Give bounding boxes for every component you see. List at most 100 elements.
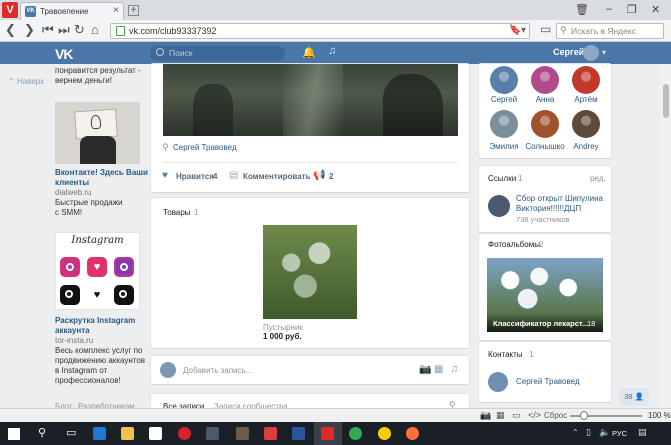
tray-chevron-icon[interactable]: ⌃ [572, 428, 579, 437]
composer-placeholder[interactable]: Добавить запись... [183, 366, 252, 375]
contact-avatar[interactable] [488, 372, 508, 392]
video-icon[interactable]: ▦ [434, 364, 443, 375]
instagram-icon [60, 257, 80, 277]
goods-item-name[interactable]: Пустырник [263, 323, 303, 332]
vk-logo-icon[interactable]: VK [55, 46, 73, 62]
user-name[interactable]: Сергей [553, 47, 584, 57]
word-icon[interactable] [292, 427, 305, 440]
store-icon[interactable] [149, 427, 162, 440]
search-icon[interactable]: ⚲ [38, 426, 46, 439]
home-icon[interactable]: ⌂ [91, 23, 99, 37]
member-avatar-1[interactable] [531, 66, 559, 94]
link-item-avatar[interactable] [488, 195, 510, 217]
post-author-link[interactable]: Сергей Травовед [173, 143, 237, 152]
file-explorer-icon[interactable] [121, 427, 134, 440]
page-scrollbar-thumb[interactable] [663, 84, 669, 118]
minimize-icon[interactable]: – [606, 3, 612, 15]
zoom-slider-handle[interactable] [580, 411, 588, 420]
member-name-2[interactable]: Артём [561, 95, 611, 104]
back-icon[interactable]: ❮ [5, 23, 16, 37]
language-indicator[interactable]: РУС [612, 429, 627, 438]
bookmark-icon[interactable]: 🔖 [509, 25, 521, 36]
post-card: ⚲ Сергей Травовед ♥ Нравится 4 ▤ Коммент… [151, 64, 469, 192]
url-field[interactable]: vk.com/club93337392 🔖 ▾ [110, 23, 530, 39]
member-avatar-0[interactable] [490, 66, 518, 94]
contact-name-link[interactable]: Сергей Травовед [516, 377, 580, 386]
goods-count: 1 [194, 208, 199, 217]
user-avatar[interactable] [583, 45, 599, 61]
browser-tab[interactable]: VK Травоеление × [20, 2, 124, 20]
links-edit-link[interactable]: ред. [590, 174, 606, 183]
code-icon[interactable]: </> [528, 410, 541, 420]
camera-icon[interactable]: 📷 [480, 410, 491, 421]
like-button[interactable]: Нравится [176, 172, 214, 181]
vk-search-input[interactable]: Поиск [150, 46, 285, 61]
goods-title[interactable]: Товары [163, 208, 191, 217]
chrome-icon[interactable] [349, 427, 362, 440]
ad1-title-2[interactable]: клиенты [55, 178, 89, 188]
comment-button[interactable]: Комментировать [243, 172, 311, 181]
add-bookmark-icon[interactable]: ▭ [540, 22, 551, 36]
notifications-bell-icon[interactable]: 🔔 [302, 46, 316, 59]
volume-icon[interactable]: 🔈 [599, 427, 610, 438]
trash-icon[interactable]: 🗑 [575, 3, 589, 16]
ad2-title-2[interactable]: аккаунта [55, 326, 90, 336]
window-icon[interactable]: ▭ [512, 410, 521, 421]
opera-icon[interactable] [178, 427, 191, 440]
goods-item-photo[interactable] [263, 225, 357, 319]
restore-icon[interactable]: ❐ [627, 3, 637, 16]
search-icon [156, 48, 164, 56]
browser-search-field[interactable]: ⚲ Искать в Яндекс [556, 23, 664, 39]
ad1-image[interactable] [55, 102, 140, 164]
app-icon[interactable] [264, 427, 277, 440]
browser-status-bar: 📷 ▦ ▭ </> Сброс 100 % [0, 408, 671, 422]
member-avatar-3[interactable] [490, 110, 518, 138]
edge-icon[interactable] [93, 427, 106, 440]
member-avatar-5[interactable] [572, 110, 600, 138]
app-icon[interactable] [236, 427, 249, 440]
reload-icon[interactable]: ↻ [74, 23, 85, 37]
windows-start-icon[interactable] [8, 428, 20, 440]
member-avatar-4[interactable] [531, 110, 559, 138]
chat-badge[interactable]: 38 👤 [619, 388, 649, 406]
new-tab-button[interactable]: + [128, 5, 139, 16]
contacts-title[interactable]: Контакты [488, 350, 523, 359]
ad2-image[interactable]: Instagram ♥ ♥ [55, 232, 140, 310]
link-item-title-2[interactable]: Виктория!!!!!!ДЦП [516, 204, 581, 213]
music-note-icon[interactable]: ♫ [450, 363, 458, 375]
tile-icon[interactable]: ▦ [496, 410, 505, 421]
dropdown-icon[interactable]: ▾ [521, 25, 526, 36]
back-to-top-link[interactable]: ⌃ Наверх [8, 77, 44, 86]
post-composer[interactable]: Добавить запись... 📷 ▦ ♫ [151, 356, 469, 384]
member-name-5[interactable]: Andrey [561, 142, 611, 151]
album-cover[interactable]: Классификатор лекарст... 18 [487, 258, 603, 332]
yandex-browser-icon[interactable] [378, 427, 391, 440]
albums-title[interactable]: Фотоальбомы [488, 240, 540, 249]
close-tab-icon[interactable]: × [113, 5, 119, 16]
camera-icon[interactable]: 📷 [419, 364, 431, 375]
vivaldi-taskbar-active[interactable] [314, 422, 342, 445]
zoom-reset-button[interactable]: Сброс [544, 411, 567, 420]
comment-icon[interactable]: ▤ [229, 170, 238, 181]
task-view-icon[interactable]: ▭ [66, 426, 76, 439]
rewind-icon[interactable]: ⏮ [42, 23, 54, 37]
network-icon[interactable]: ▯ [586, 427, 591, 438]
chevron-down-icon[interactable]: ▾ [602, 48, 606, 57]
ad2-text-2: продвижению аккаунтов [55, 356, 146, 365]
notifications-icon[interactable]: ▤ [638, 427, 647, 438]
app-icon[interactable] [206, 427, 219, 440]
firefox-icon[interactable] [406, 427, 419, 440]
forward-icon[interactable]: ❯ [24, 23, 35, 37]
link-item-title-1[interactable]: Сбор открыт Шипулина [516, 194, 603, 203]
close-window-icon[interactable]: ✕ [651, 3, 660, 16]
links-title[interactable]: Ссылки [488, 174, 516, 183]
ad2-title-1[interactable]: Раскрутка Instagram [55, 316, 135, 326]
share-icon[interactable]: 📢 [313, 170, 325, 181]
ad1-title-1[interactable]: Вконтакте! Здесь Ваши [55, 168, 148, 178]
fast-forward-icon[interactable]: ⏭ [58, 23, 70, 37]
heart-icon[interactable]: ♥ [162, 170, 168, 181]
member-avatar-2[interactable] [572, 66, 600, 94]
post-photo[interactable] [163, 64, 458, 136]
music-note-icon[interactable]: ♫ [328, 45, 336, 57]
vivaldi-menu-icon[interactable]: V [2, 2, 18, 18]
